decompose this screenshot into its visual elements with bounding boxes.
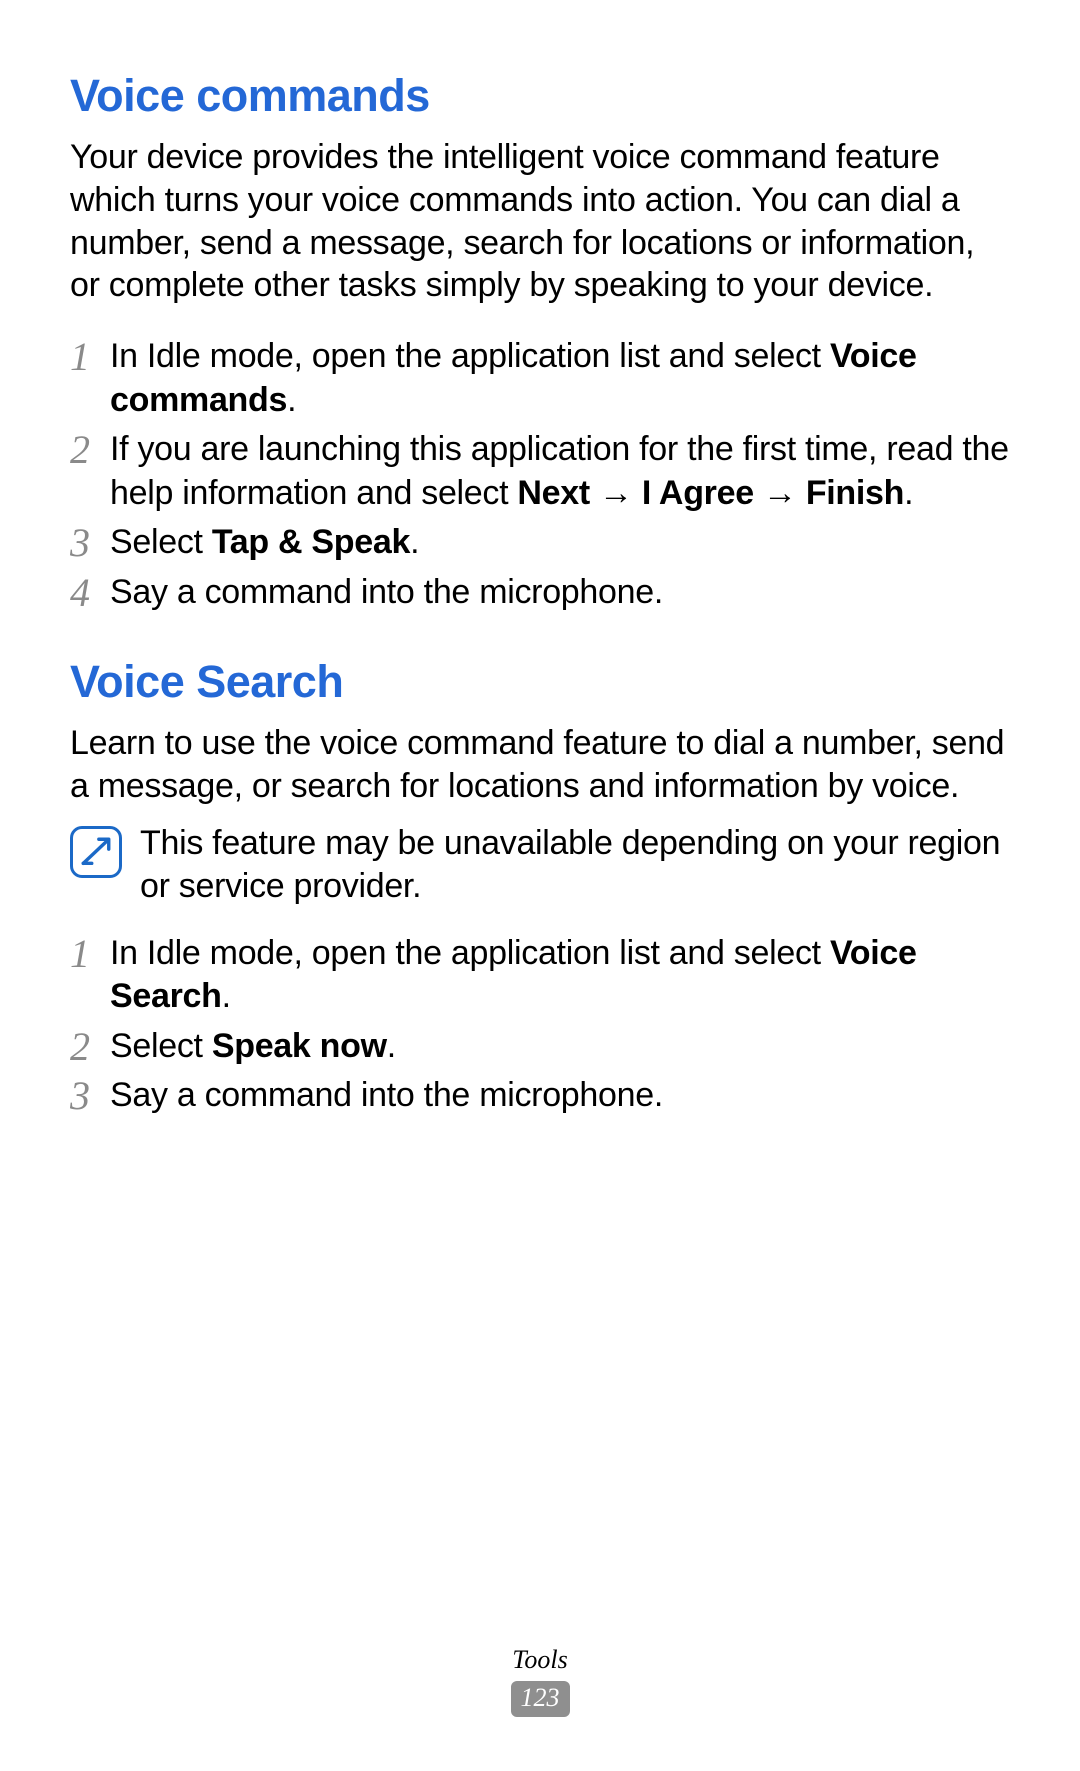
note-icon	[70, 826, 122, 878]
step-text: In Idle mode, open the application list …	[110, 932, 1010, 1019]
steps-voice-commands: 1 In Idle mode, open the application lis…	[70, 335, 1010, 614]
step-text: Say a command into the microphone.	[110, 1074, 1010, 1118]
step-item: 3 Select Tap & Speak.	[70, 521, 1010, 565]
heading-voice-commands: Voice commands	[70, 70, 1010, 122]
page-footer: Tools 123	[0, 1645, 1080, 1717]
step-number: 2	[70, 428, 110, 470]
heading-voice-search: Voice Search	[70, 656, 1010, 708]
note-text: This feature may be unavailable dependin…	[140, 822, 1010, 908]
step-text: Say a command into the microphone.	[110, 571, 1010, 615]
intro-voice-search: Learn to use the voice command feature t…	[70, 722, 1010, 808]
step-item: 2 Select Speak now.	[70, 1025, 1010, 1069]
step-number: 4	[70, 571, 110, 613]
step-item: 2 If you are launching this application …	[70, 428, 1010, 515]
step-number: 3	[70, 521, 110, 563]
step-number: 1	[70, 932, 110, 974]
step-text: If you are launching this application fo…	[110, 428, 1010, 515]
steps-voice-search: 1 In Idle mode, open the application lis…	[70, 932, 1010, 1118]
page-number-badge: 123	[511, 1681, 570, 1717]
footer-section-label: Tools	[0, 1645, 1080, 1675]
step-number: 1	[70, 335, 110, 377]
step-text: Select Tap & Speak.	[110, 521, 1010, 565]
intro-voice-commands: Your device provides the intelligent voi…	[70, 136, 1010, 307]
step-item: 1 In Idle mode, open the application lis…	[70, 932, 1010, 1019]
note-block: This feature may be unavailable dependin…	[70, 822, 1010, 908]
step-item: 1 In Idle mode, open the application lis…	[70, 335, 1010, 422]
document-page: Voice commands Your device provides the …	[0, 0, 1080, 1118]
step-text: In Idle mode, open the application list …	[110, 335, 1010, 422]
step-item: 3 Say a command into the microphone.	[70, 1074, 1010, 1118]
step-item: 4 Say a command into the microphone.	[70, 571, 1010, 615]
step-number: 3	[70, 1074, 110, 1116]
step-number: 2	[70, 1025, 110, 1067]
step-text: Select Speak now.	[110, 1025, 1010, 1069]
